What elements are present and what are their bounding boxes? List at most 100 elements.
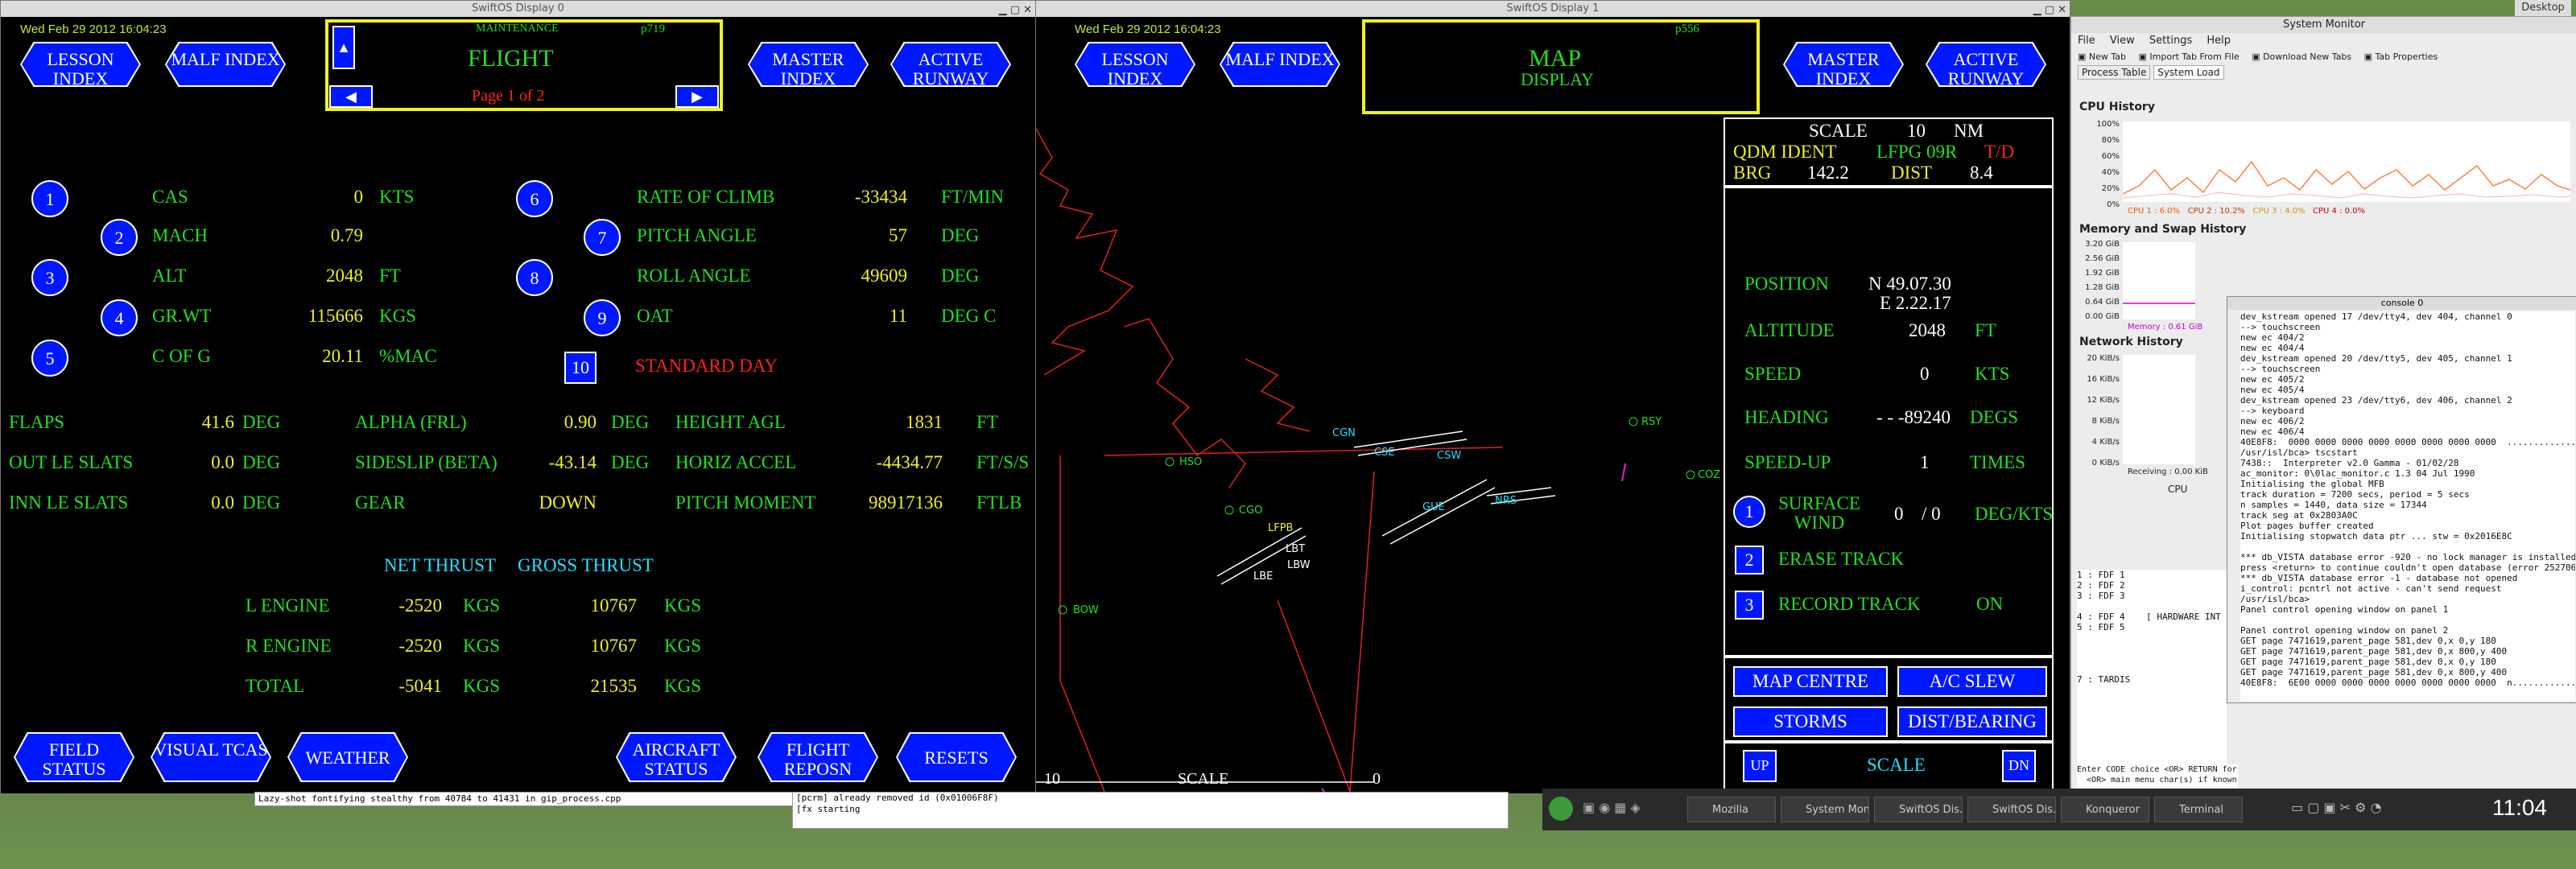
menu-terminal[interactable]: 1 : FDF 1 2 : FDF 2 3 : FDF 3 4 : FDF 4 … (2077, 570, 2227, 787)
position-label: POSITION (1744, 274, 1829, 294)
surface-wind-label: SURFACE WIND (1778, 493, 1860, 533)
resets-button[interactable]: RESETS (896, 732, 1017, 782)
param-button[interactable]: 3 (31, 259, 68, 296)
weather-button[interactable]: WEATHER (287, 732, 408, 782)
map-lesson-index-button[interactable]: LESSON INDEX (1075, 42, 1195, 87)
map-malf-index-button[interactable]: MALF INDEX (1220, 42, 1340, 87)
window-controls-icon[interactable]: ▁ ▢ ✕ (2033, 2, 2066, 19)
menu-help[interactable]: Help (2207, 35, 2231, 47)
thrust-unit: KGS (463, 636, 501, 656)
ac-slew-button[interactable]: A/C SLEW (1897, 666, 2047, 697)
map-master-index-label: MASTER INDEX (1785, 43, 1902, 85)
param-button[interactable]: 4 (101, 299, 138, 336)
zoom-down-button[interactable]: DN (2002, 750, 2036, 782)
param-button[interactable]: 5 (31, 340, 68, 377)
standard-day-button[interactable]: 10 (564, 352, 597, 384)
window-controls-icon[interactable]: ▁ ▢ ✕ (999, 2, 1032, 19)
quicklaunch-icons[interactable]: ▣ ◉ ▦ ◈ (1583, 800, 1641, 815)
visual-tcas-label: VISUAL TCAS (152, 734, 270, 780)
param-button[interactable]: 9 (584, 299, 621, 336)
record-track-button[interactable]: 3 (1735, 591, 1764, 620)
lesson-index-label: LESSON INDEX (22, 43, 139, 85)
map-active-runway-button[interactable]: ACTIVE RUNWAY (1926, 42, 2046, 87)
row-unit: DEG (242, 412, 281, 432)
position-n: N 49.07.30 (1868, 274, 1951, 294)
waypoint-label: CSE (1374, 447, 1395, 459)
map-window-titlebar[interactable]: SwiftOS Display 1 ▁ ▢ ✕ (1036, 1, 2070, 17)
map-centre-button[interactable]: MAP CENTRE (1733, 666, 1888, 697)
taskbar-item[interactable]: SwiftOS Dis... (1967, 797, 2056, 822)
scale-unit: NM (1954, 121, 1984, 141)
cpu-legend-item: CPU 2 : 10.2% (2187, 207, 2245, 216)
cpu-tick: 100% (2096, 120, 2120, 129)
storms-button[interactable]: STORMS (1733, 706, 1888, 737)
map-plot[interactable]: HSO CGO LFPB LBE LBW BOW RSY COZ CGN CSE… (1036, 117, 1720, 792)
visual-tcas-button[interactable]: VISUAL TCAS (151, 732, 271, 782)
row-value: DOWN (539, 492, 597, 513)
net-tick: 20 KiB/s (2087, 354, 2120, 363)
system-tray-icons[interactable]: ▭ ▢ ▣ ✂ ⚙ ◔ (2291, 800, 2382, 815)
console-output[interactable]: dev_kstream opened 17 /dev/tty4, dev 404… (2240, 311, 2575, 701)
param-label: MACH (152, 225, 208, 245)
network-legend: Receiving : 0.00 KiB (2128, 467, 2208, 476)
taskbar-item[interactable]: Mozilla (1687, 797, 1776, 822)
menu-prompt[interactable]: Enter CODE choice <OR> RETURN for main m… (2077, 764, 2238, 789)
scroll-up-icon[interactable]: ▲ (332, 26, 355, 69)
surface-wind-sep: / 0 (1922, 504, 1941, 524)
dist-bearing-button[interactable]: DIST/BEARING (1897, 706, 2047, 737)
log-right[interactable]: [pcrm] already removed id (0x01006F8F) [… (792, 792, 1509, 829)
start-menu-icon[interactable] (1549, 797, 1573, 821)
console-title[interactable]: console 0 (2227, 297, 2576, 310)
taskbar-item[interactable]: System Monitor (1781, 797, 1869, 822)
flight-window-titlebar[interactable]: SwiftOS Display 0 ▁ ▢ ✕ (1, 1, 1035, 17)
mem-tick: 0.64 GiB (2085, 298, 2120, 307)
menu-settings[interactable]: Settings (2149, 35, 2192, 47)
taskbar-item[interactable]: Terminal (2154, 797, 2243, 822)
menu-file[interactable]: File (2078, 35, 2095, 47)
thrust-label: L ENGINE (246, 595, 330, 616)
altitude-value: 2048 (1909, 320, 1946, 340)
altitude-label: ALTITUDE (1744, 320, 1835, 340)
import-tab-button[interactable]: ▣ Import Tab From File (2139, 51, 2240, 62)
cpu-tab-label[interactable]: CPU (2168, 484, 2187, 495)
desktop-label: Desktop (2515, 0, 2571, 16)
active-runway-button[interactable]: ACTIVE RUNWAY (890, 42, 1011, 87)
master-index-button[interactable]: MASTER INDEX (748, 42, 869, 87)
map-master-index-button[interactable]: MASTER INDEX (1783, 42, 1904, 87)
param-unit: DEG (941, 225, 980, 245)
field-status-button[interactable]: FIELD STATUS (14, 732, 134, 782)
param-button[interactable]: 2 (101, 219, 138, 256)
tab-properties-button[interactable]: ▣ Tab Properties (2364, 51, 2438, 62)
erase-track-button[interactable]: 2 (1735, 546, 1764, 575)
surface-wind-button[interactable]: 1 (1733, 496, 1765, 528)
param-button[interactable]: 7 (584, 219, 621, 256)
tab-process-table[interactable]: Process Table (2078, 65, 2151, 80)
cpu-legend-item: CPU 4 : 0.0% (2313, 207, 2366, 216)
row-label: SIDESLIP (BETA) (355, 452, 497, 472)
cpu-axis: 100% 80% 60% 40% 20% 0% (2074, 117, 2120, 213)
td-label: T/D (1984, 142, 2015, 162)
tab-system-load[interactable]: System Load (2153, 65, 2224, 80)
param-button[interactable]: 6 (516, 180, 553, 217)
flight-reposn-button[interactable]: FLIGHT REPOSN (758, 732, 878, 782)
waypoint-label: HSO (1179, 456, 1202, 468)
aircraft-status-button[interactable]: AIRCRAFT STATUS (616, 732, 737, 782)
lesson-index-button[interactable]: LESSON INDEX (20, 42, 141, 87)
param-button[interactable]: 1 (31, 180, 68, 217)
surface-wind-value: 0 (1894, 504, 1904, 524)
sysmon-title[interactable]: System Monitor (2071, 17, 2576, 33)
waypoint-label: CGN (1332, 427, 1356, 439)
row-unit: DEG (611, 412, 650, 432)
param-button[interactable]: 8 (516, 259, 553, 296)
page-next-icon[interactable]: ▶ (675, 85, 719, 108)
taskbar-item[interactable]: Konqueror (2061, 797, 2149, 822)
new-tab-button[interactable]: ▣ New Tab (2078, 51, 2126, 62)
log-left[interactable]: Lazy-shot fontifying stealthy from 40784… (254, 792, 794, 806)
taskbar-item[interactable]: SwiftOS Dis... (1874, 797, 1963, 822)
menu-view[interactable]: View (2110, 35, 2135, 47)
malf-index-button[interactable]: MALF INDEX (165, 42, 286, 87)
page-prev-icon[interactable]: ◀ (329, 85, 373, 108)
download-tabs-button[interactable]: ▣ Download New Tabs (2252, 51, 2351, 62)
zoom-up-button[interactable]: UP (1743, 750, 1777, 782)
cpu-tick: 60% (2101, 152, 2120, 161)
